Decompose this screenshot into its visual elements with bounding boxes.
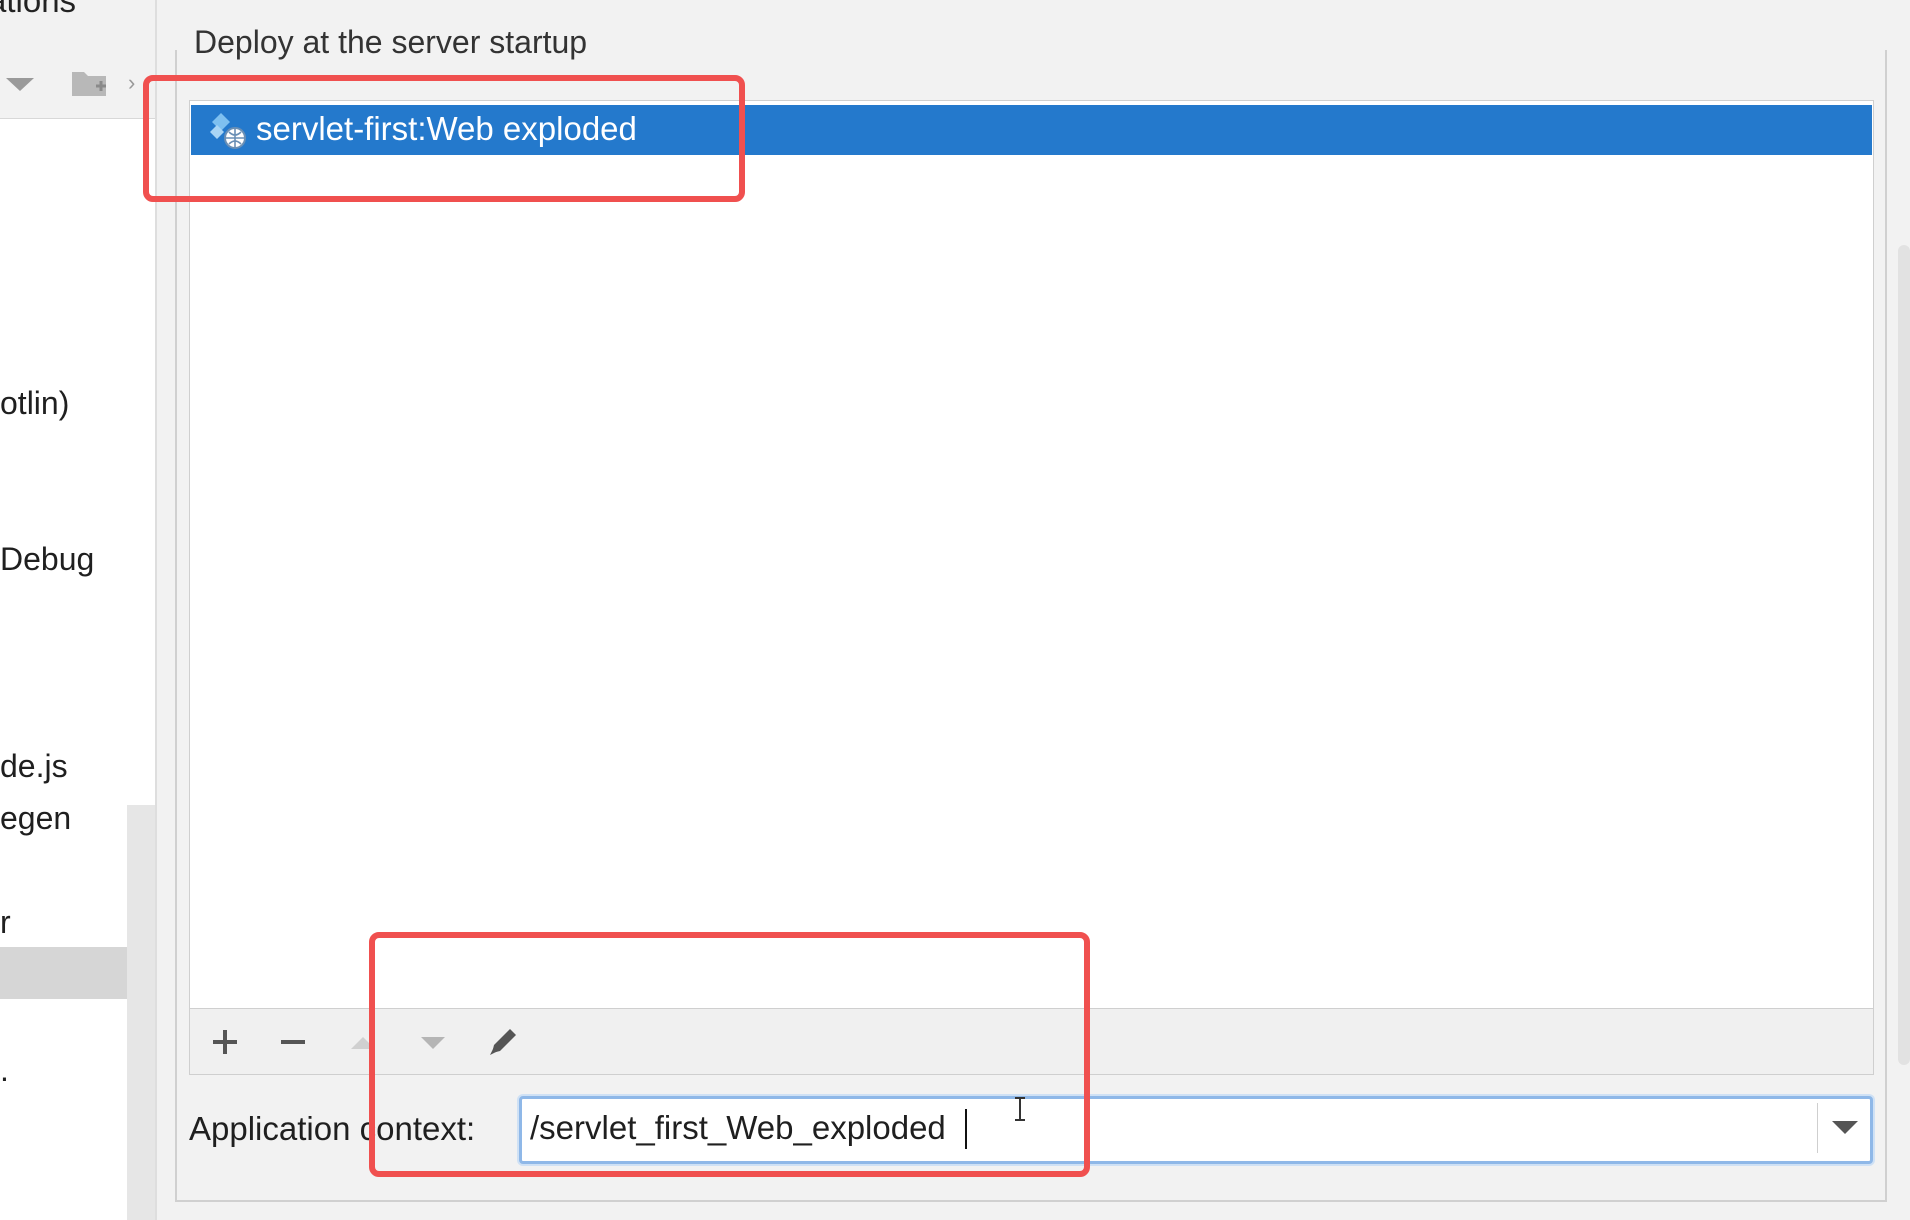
deploy-group-title: Deploy at the server startup [188, 24, 594, 61]
combo-divider [1817, 1103, 1818, 1153]
chevron-down-icon[interactable] [1832, 1121, 1858, 1134]
run-configurations-sidebar: ations › otlin) Debug de.js egen r . [0, 0, 155, 1220]
new-folder-icon[interactable] [70, 66, 110, 105]
sidebar-item-debug[interactable]: Debug [0, 541, 94, 578]
chevron-right-icon[interactable]: › [128, 70, 135, 96]
sidebar-item-codegen[interactable]: egen [0, 800, 71, 837]
sidebar-item-other[interactable]: . [0, 1052, 9, 1089]
add-button[interactable] [200, 1017, 250, 1067]
highlight-box-context [369, 932, 1090, 1177]
sidebar-toolbar: ations › [0, 0, 155, 119]
minus-icon [281, 1040, 305, 1044]
sidebar-item-kotlin[interactable]: otlin) [0, 385, 69, 422]
sidebar-item-server[interactable]: r [0, 904, 11, 941]
sidebar-header: ations [0, 0, 77, 19]
sidebar-item-nodejs[interactable]: de.js [0, 748, 68, 785]
expand-dropdown-icon[interactable] [6, 78, 34, 91]
highlight-box-artifact [143, 75, 745, 202]
deploy-artifact-list[interactable]: servlet-first:Web exploded [189, 100, 1874, 1009]
plus-icon [213, 1030, 237, 1054]
remove-button[interactable] [268, 1017, 318, 1067]
panel-scrollbar[interactable] [1898, 245, 1910, 1065]
sidebar-scrollbar[interactable] [127, 805, 155, 1220]
